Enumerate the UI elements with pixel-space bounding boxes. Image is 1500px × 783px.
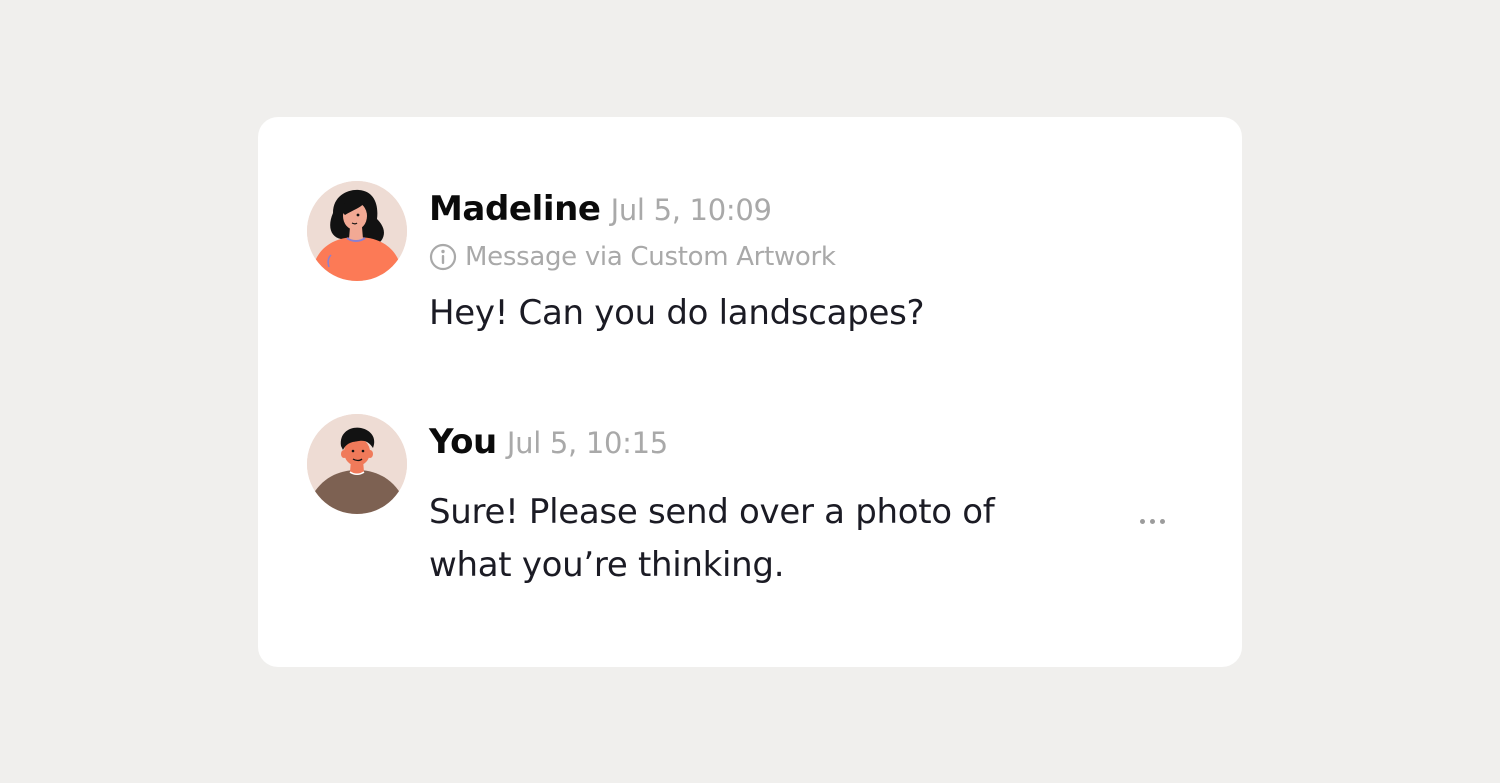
message-text: Hey! Can you do landscapes?	[429, 293, 925, 333]
message-source-label[interactable]: Message via Custom Artwork	[465, 242, 836, 272]
dot-icon	[1149, 518, 1155, 524]
message-content: Madeline Jul 5, 10:09 Message via Custom…	[429, 181, 1202, 340]
sender-name[interactable]: Madeline	[429, 189, 601, 229]
dot-icon	[1159, 518, 1165, 524]
dot-icon	[1139, 518, 1145, 524]
woman-avatar-icon	[307, 181, 407, 281]
message-source: Message via Custom Artwork	[429, 241, 1202, 273]
message-timestamp: Jul 5, 10:09	[610, 193, 772, 227]
message-timestamp: Jul 5, 10:15	[506, 426, 668, 460]
info-icon	[429, 243, 457, 271]
man-avatar-icon	[307, 414, 407, 514]
chat-card: Madeline Jul 5, 10:09 Message via Custom…	[258, 117, 1242, 667]
message-text: Sure! Please send over a photo of what y…	[429, 492, 995, 585]
message-header: Madeline Jul 5, 10:09	[429, 189, 1202, 229]
more-options-button[interactable]	[1132, 506, 1172, 536]
sender-name: You	[429, 422, 497, 462]
message-header: You Jul 5, 10:15	[429, 422, 1202, 462]
madeline-avatar[interactable]	[307, 181, 407, 281]
message-content: You Jul 5, 10:15 Sure! Please send over …	[429, 414, 1202, 592]
you-avatar[interactable]	[307, 414, 407, 514]
